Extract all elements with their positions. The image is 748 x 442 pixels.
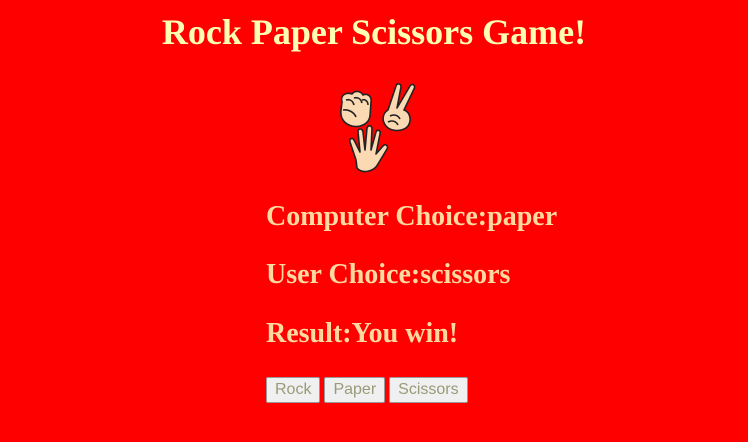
paper-button[interactable]: Paper — [324, 377, 386, 403]
user-choice-value: scissors — [420, 259, 511, 290]
rock-paper-scissors-hands-icon — [340, 83, 416, 173]
computer-choice-value: paper — [487, 201, 558, 232]
user-choice-label: User Choice: — [266, 259, 421, 290]
rock-hand-icon — [340, 90, 372, 128]
computer-choice-line: Computer Choice:paper — [266, 200, 557, 234]
result-line: Result:You win! — [266, 317, 458, 351]
computer-choice-label: Computer Choice: — [266, 201, 488, 232]
result-value: You win! — [351, 318, 459, 349]
scissors-button[interactable]: Scissors — [389, 377, 468, 403]
paper-hand-icon — [349, 125, 389, 173]
page-title: Rock Paper Scissors Game! — [161, 12, 587, 52]
scissors-hand-icon — [382, 83, 416, 132]
rock-button[interactable]: Rock — [266, 377, 321, 403]
user-choice-line: User Choice:scissors — [266, 258, 510, 292]
result-label: Result: — [266, 318, 352, 349]
choice-buttons: Rock Paper Scissors — [266, 377, 468, 403]
